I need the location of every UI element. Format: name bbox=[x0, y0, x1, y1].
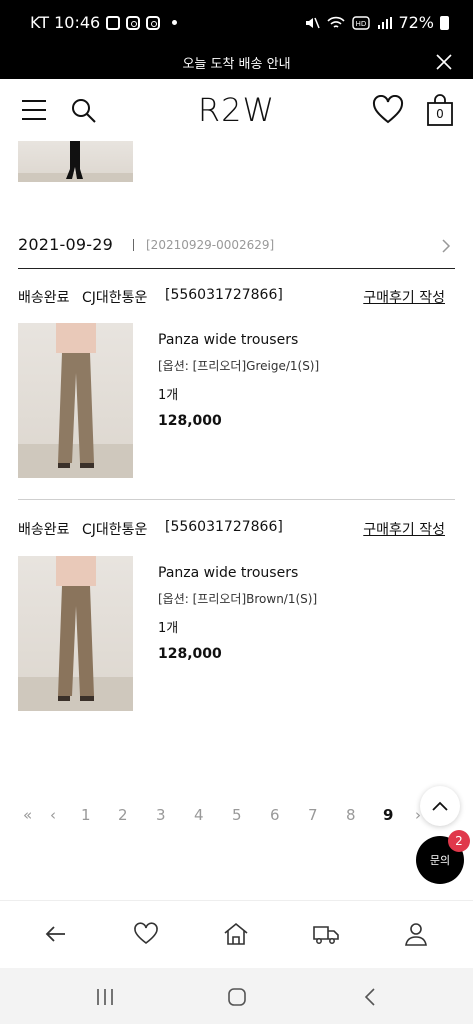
order-number: [20210929-0002629] bbox=[146, 238, 275, 252]
scroll-to-top-button[interactable] bbox=[420, 786, 460, 826]
tracking-number[interactable]: [556031727866] bbox=[165, 519, 283, 535]
gallery-icon bbox=[106, 15, 121, 30]
page-6[interactable]: 6 bbox=[270, 806, 280, 824]
truck-icon[interactable] bbox=[313, 921, 339, 947]
product-option: [옵션: [프리오더]Brown/1(S)] bbox=[158, 592, 318, 606]
signal-icon bbox=[378, 16, 393, 29]
shipping-row: 배송완료 CJ대한통운 [556031727866] 구매후기 작성 bbox=[18, 287, 455, 311]
banner-text: 오늘 도착 배송 안내 bbox=[182, 56, 291, 72]
product-thumbnail[interactable] bbox=[18, 323, 133, 478]
hd-icon: HD bbox=[352, 15, 371, 30]
user-icon[interactable] bbox=[403, 921, 429, 947]
cart-count: 0 bbox=[436, 107, 444, 121]
tracking-number[interactable]: [556031727866] bbox=[165, 287, 283, 303]
order-date: 2021-09-29 bbox=[18, 235, 113, 254]
battery-percent: 72% bbox=[398, 13, 434, 32]
home-button-icon[interactable] bbox=[226, 986, 248, 1008]
svg-text:HD: HD bbox=[356, 20, 367, 28]
chevron-up-icon bbox=[432, 801, 448, 811]
mute-icon bbox=[306, 17, 321, 28]
page-3[interactable]: 3 bbox=[156, 806, 166, 824]
shipping-status: 배송완료 bbox=[18, 522, 70, 538]
prev-page-button[interactable]: ‹ bbox=[50, 806, 56, 824]
back-icon[interactable] bbox=[360, 986, 382, 1008]
product-name[interactable]: Panza wide trousers bbox=[158, 565, 298, 581]
chevron-right-icon[interactable] bbox=[440, 238, 452, 254]
home-icon[interactable] bbox=[223, 921, 249, 947]
arrow-left-icon[interactable] bbox=[43, 921, 69, 947]
page-5[interactable]: 5 bbox=[232, 806, 242, 824]
product-thumbnail-prev[interactable] bbox=[18, 141, 133, 182]
item-divider bbox=[18, 499, 455, 500]
wifi-icon bbox=[327, 16, 346, 28]
instagram-icon bbox=[126, 15, 141, 30]
pagination: « ‹ 1 2 3 4 5 6 7 8 9 › bbox=[18, 806, 438, 826]
page-2[interactable]: 2 bbox=[118, 806, 128, 824]
site-header: R2W 0 bbox=[0, 79, 473, 141]
system-navigation-bar bbox=[0, 968, 473, 1024]
close-icon[interactable] bbox=[435, 53, 453, 71]
bottom-nav bbox=[0, 900, 473, 968]
divider bbox=[133, 239, 134, 251]
more-notifications-icon bbox=[172, 20, 178, 25]
page-7[interactable]: 7 bbox=[308, 806, 318, 824]
page-8[interactable]: 8 bbox=[346, 806, 356, 824]
shipping-row: 배송완료 CJ대한통운 [556031727866] 구매후기 작성 bbox=[18, 519, 455, 543]
recent-apps-icon[interactable] bbox=[94, 986, 116, 1008]
page-1[interactable]: 1 bbox=[81, 806, 91, 824]
product-option: [옵션: [프리오더]Greige/1(S)] bbox=[158, 359, 320, 373]
order-divider bbox=[18, 268, 455, 269]
product-thumbnail[interactable] bbox=[18, 556, 133, 711]
page-9-current[interactable]: 9 bbox=[383, 806, 393, 824]
inquiry-label: 문의 bbox=[429, 854, 451, 867]
status-bar: KT 10:46 HD 72% bbox=[0, 0, 473, 45]
write-review-link[interactable]: 구매후기 작성 bbox=[363, 519, 445, 539]
notice-banner[interactable]: 오늘 도착 배송 안내 bbox=[0, 45, 473, 79]
heart-icon[interactable] bbox=[133, 921, 159, 947]
status-time: KT 10:46 bbox=[30, 13, 101, 32]
shipping-carrier: CJ대한통운 bbox=[82, 290, 148, 306]
page-4[interactable]: 4 bbox=[194, 806, 204, 824]
first-page-button[interactable]: « bbox=[23, 806, 32, 824]
battery-icon bbox=[440, 15, 449, 30]
product-name[interactable]: Panza wide trousers bbox=[158, 332, 298, 348]
product-price: 128,000 bbox=[158, 646, 222, 662]
heart-icon[interactable] bbox=[372, 95, 404, 125]
product-price: 128,000 bbox=[158, 413, 222, 429]
instagram-icon-2 bbox=[146, 15, 161, 30]
shipping-carrier: CJ대한통운 bbox=[82, 522, 148, 538]
product-quantity: 1개 bbox=[158, 621, 179, 636]
write-review-link[interactable]: 구매후기 작성 bbox=[363, 287, 445, 307]
inquiry-badge: 2 bbox=[448, 830, 470, 852]
shipping-status: 배송완료 bbox=[18, 290, 70, 306]
product-quantity: 1개 bbox=[158, 388, 179, 403]
